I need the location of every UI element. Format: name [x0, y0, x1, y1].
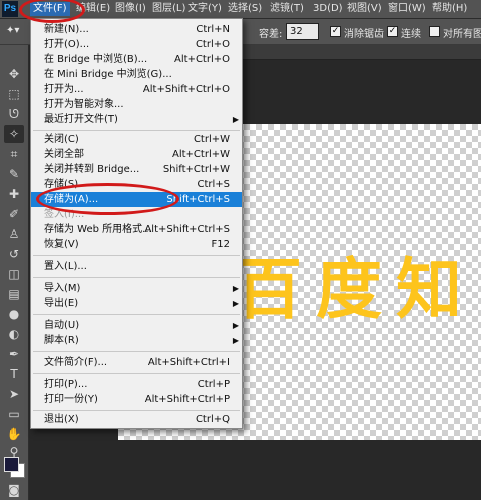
menu-separator: [33, 351, 240, 352]
menu-item-file-info[interactable]: 文件简介(F)... Alt+Shift+Ctrl+I: [31, 355, 242, 370]
clone-stamp-tool-icon[interactable]: ♙: [4, 225, 24, 243]
eraser-tool-icon[interactable]: ◫: [4, 265, 24, 283]
brush-tool-icon[interactable]: ✐: [4, 205, 24, 223]
contiguous-checkbox[interactable]: ✓: [387, 26, 398, 37]
history-brush-tool-icon[interactable]: ↺: [4, 245, 24, 263]
crop-tool-icon[interactable]: ⌗: [4, 145, 24, 163]
photoshop-logo: Ps: [2, 1, 18, 17]
menu-item-import[interactable]: 导入(M) ▶: [31, 281, 242, 296]
menu-item-exit[interactable]: 退出(X) Ctrl+Q: [31, 412, 242, 427]
file-menu-dropdown: 新建(N)... Ctrl+N 打开(O)... Ctrl+O 在 Bridge 中…: [30, 18, 243, 429]
menu-separator: [33, 314, 240, 315]
submenu-arrow-icon: ▶: [232, 336, 239, 345]
menu-item-print[interactable]: 打印(P)... Ctrl+P: [31, 377, 242, 392]
pen-tool-icon[interactable]: ✒: [4, 345, 24, 363]
menu-item-open-as[interactable]: 打开为... Alt+Shift+Ctrl+O: [31, 82, 242, 97]
shape-tool-icon[interactable]: ▭: [4, 405, 24, 423]
document-tab-bar[interactable]: [243, 45, 481, 60]
magic-wand-tool-icon[interactable]: ✧: [4, 125, 24, 143]
menu-filter[interactable]: 滤镜(T): [270, 2, 304, 16]
path-selection-tool-icon[interactable]: ➤: [4, 385, 24, 403]
magic-wand-preset-icon[interactable]: ✦▾: [6, 25, 19, 36]
menu-separator: [33, 130, 240, 131]
all-layers-label: 对所有图层: [443, 29, 481, 40]
menu-separator: [33, 255, 240, 256]
tolerance-input[interactable]: 32: [286, 23, 319, 40]
menu-3d[interactable]: 3D(D): [313, 2, 343, 16]
menu-item-save[interactable]: 存储(S) Ctrl+S: [31, 177, 242, 192]
menu-item-print-one-copy[interactable]: 打印一份(Y) Alt+Shift+Ctrl+P: [31, 392, 242, 407]
contiguous-label: 连续: [401, 29, 421, 40]
gradient-tool-icon[interactable]: ▤: [4, 285, 24, 303]
menu-item-place[interactable]: 置入(L)...: [31, 259, 242, 274]
menu-separator: [33, 277, 240, 278]
menu-layer[interactable]: 图层(L): [152, 2, 185, 16]
lasso-tool-icon[interactable]: ᘎ: [4, 105, 24, 123]
tools-panel: ✥ ⬚ ᘎ ✧ ⌗ ✎ ✚ ✐ ♙ ↺ ◫ ▤ ● ◐ ✒ T ➤ ▭ ✋ ⚲ …: [0, 45, 29, 500]
menu-item-browse-mini-bridge[interactable]: 在 Mini Bridge 中浏览(G)...: [31, 67, 242, 82]
marquee-tool-icon[interactable]: ⬚: [4, 85, 24, 103]
antialias-checkbox[interactable]: ✓: [330, 26, 341, 37]
menu-item-save-for-web[interactable]: 存储为 Web 所用格式... Alt+Shift+Ctrl+S: [31, 222, 242, 237]
tolerance-label: 容差:: [259, 29, 283, 40]
menu-select[interactable]: 选择(S): [228, 2, 262, 16]
menu-item-close-all[interactable]: 关闭全部 Alt+Ctrl+W: [31, 147, 242, 162]
menu-help[interactable]: 帮助(H): [432, 2, 467, 16]
all-layers-checkbox[interactable]: [429, 26, 440, 37]
hand-tool-icon[interactable]: ✋: [4, 425, 24, 443]
type-tool-icon[interactable]: T: [4, 365, 24, 383]
antialias-label: 消除锯齿: [344, 29, 384, 40]
submenu-arrow-icon: ▶: [232, 115, 239, 124]
menu-type[interactable]: 文字(Y): [188, 2, 222, 16]
menu-item-scripts[interactable]: 脚本(R) ▶: [31, 333, 242, 348]
menu-separator: [33, 373, 240, 374]
menu-item-save-as[interactable]: 存储为(A)... Shift+Ctrl+S: [31, 192, 242, 207]
menu-separator: [33, 410, 240, 411]
menu-item-close-go-bridge[interactable]: 关闭并转到 Bridge... Shift+Ctrl+W: [31, 162, 242, 177]
blur-tool-icon[interactable]: ●: [4, 305, 24, 323]
menu-item-browse-bridge[interactable]: 在 Bridge 中浏览(B)... Alt+Ctrl+O: [31, 52, 242, 67]
submenu-arrow-icon: ▶: [232, 284, 239, 293]
menu-item-automate[interactable]: 自动(U) ▶: [31, 318, 242, 333]
menu-image[interactable]: 图像(I): [115, 2, 146, 16]
menu-edit[interactable]: 编辑(E): [76, 2, 110, 16]
menu-item-check-in[interactable]: 签入(I)...: [31, 207, 242, 222]
menu-window[interactable]: 窗口(W): [388, 2, 426, 16]
dodge-tool-icon[interactable]: ◐: [4, 325, 24, 343]
menu-item-recent-files[interactable]: 最近打开文件(T) ▶: [31, 112, 242, 127]
menu-item-export[interactable]: 导出(E) ▶: [31, 296, 242, 311]
quick-mask-icon[interactable]: ◙: [4, 481, 24, 499]
submenu-arrow-icon: ▶: [232, 299, 239, 308]
submenu-arrow-icon: ▶: [232, 321, 239, 330]
menu-item-new[interactable]: 新建(N)... Ctrl+N: [31, 22, 242, 37]
menu-view[interactable]: 视图(V): [347, 2, 382, 16]
move-tool-icon[interactable]: ✥: [4, 65, 24, 83]
eyedropper-tool-icon[interactable]: ✎: [4, 165, 24, 183]
menu-bar: Ps 文件(F) 编辑(E) 图像(I) 图层(L) 文字(Y) 选择(S) 滤…: [0, 0, 481, 19]
menu-item-open[interactable]: 打开(O)... Ctrl+O: [31, 37, 242, 52]
healing-brush-tool-icon[interactable]: ✚: [4, 185, 24, 203]
menu-item-close[interactable]: 关闭(C) Ctrl+W: [31, 132, 242, 147]
menu-item-revert[interactable]: 恢复(V) F12: [31, 237, 242, 252]
menu-file[interactable]: 文件(F): [30, 2, 70, 16]
menu-item-open-smart-object[interactable]: 打开为智能对象...: [31, 97, 242, 112]
canvas-text-layer: 百度知: [236, 251, 476, 328]
foreground-color-swatch[interactable]: [4, 457, 19, 472]
